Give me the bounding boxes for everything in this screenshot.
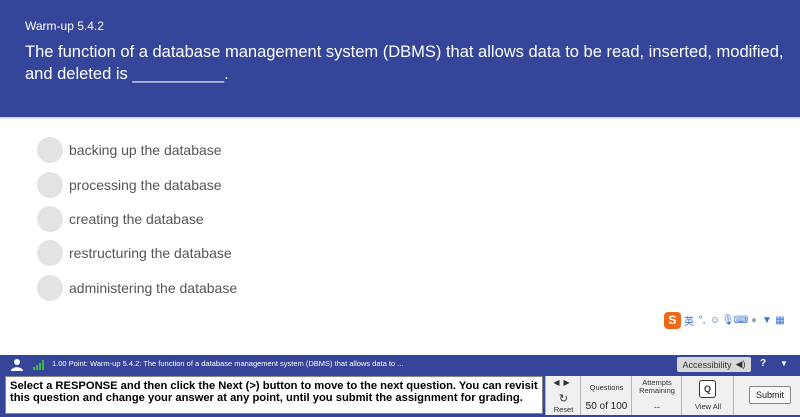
nav-arrows: ◀▶ [546,378,581,387]
question-label: Warm-up 5.4.2 [25,19,104,33]
question-text: The function of a database management sy… [25,43,784,83]
chevron-down-icon[interactable]: ▼ [780,359,788,368]
attempts-label: Attempts Remaining [639,378,675,395]
ime-toolbar: S 英 °, ☺ 🎙 ⌨ ● ▼ ▦ [664,311,785,329]
view-all-button[interactable]: Q View All [681,376,733,415]
signal-strength-icon [33,360,44,370]
radio-button[interactable] [37,274,63,301]
sogou-logo-icon[interactable]: S [664,311,681,329]
reset-icon[interactable]: ↻ [546,392,581,405]
instruction-text: Select a RESPONSE and then click the Nex… [5,376,543,414]
navigation-control: ◀▶ ↻ Reset [545,376,580,415]
submit-control: Submit [733,376,800,415]
radio-button[interactable] [37,205,63,232]
help-button[interactable]: ? [760,358,766,369]
status-bar: 1.00 Point: Warm-up 5.4.2: The function … [0,355,800,374]
option-processing[interactable]: processing the database [37,167,237,201]
option-label: restructuring the database [69,245,232,262]
ime-mode-toggle[interactable]: 英 [684,314,694,328]
option-restructuring[interactable]: restructuring the database [37,236,237,270]
speaker-icon: ◀) [735,359,746,369]
next-arrow-icon[interactable]: ▶ [564,378,574,387]
radio-button[interactable] [37,171,63,198]
radio-button[interactable] [37,240,63,267]
accessibility-label: Accessibility [682,359,732,370]
punctuation-icon[interactable]: °, [697,314,707,326]
view-all-icon: Q [699,380,716,398]
user-icon[interactable] [11,358,23,371]
option-administering[interactable]: administering the database [37,271,237,305]
previous-arrow-icon[interactable]: ◀ [553,378,563,387]
attempts-control: Attempts Remaining -- [631,376,681,415]
option-label: processing the database [69,176,222,193]
status-text: 1.00 Point: Warm-up 5.4.2: The function … [52,359,404,368]
questions-control[interactable]: Questions 50 of 100 [580,376,631,415]
view-all-label: View All [694,402,722,411]
shirt-icon[interactable]: ▼ [762,314,772,326]
submit-button[interactable]: Submit [749,386,791,404]
question-header: Warm-up 5.4.2 The function of a database… [0,0,800,117]
microphone-icon[interactable]: 🎙 [722,314,735,326]
option-label: administering the database [69,279,238,296]
option-label: creating the database [69,210,204,227]
header-divider [0,117,800,120]
reset-button[interactable]: Reset [546,405,581,414]
emoji-icon[interactable]: ☺ [710,314,720,326]
grid-icon[interactable]: ▦ [775,314,785,326]
questions-count: 50 of 100 [585,401,628,412]
footer-bar: Select a RESPONSE and then click the Nex… [0,374,800,417]
attempts-value: -- [654,402,660,412]
answer-options: backing up the database processing the d… [37,133,237,305]
option-label: backing up the database [69,142,222,159]
user-icon[interactable]: ● [749,314,759,326]
option-creating[interactable]: creating the database [37,202,237,236]
accessibility-button[interactable]: Accessibility ◀) [677,357,751,372]
option-backing-up[interactable]: backing up the database [37,133,237,167]
radio-button[interactable] [37,137,63,164]
questions-label: Questions [589,383,624,392]
keyboard-icon[interactable]: ⌨ [734,314,748,326]
